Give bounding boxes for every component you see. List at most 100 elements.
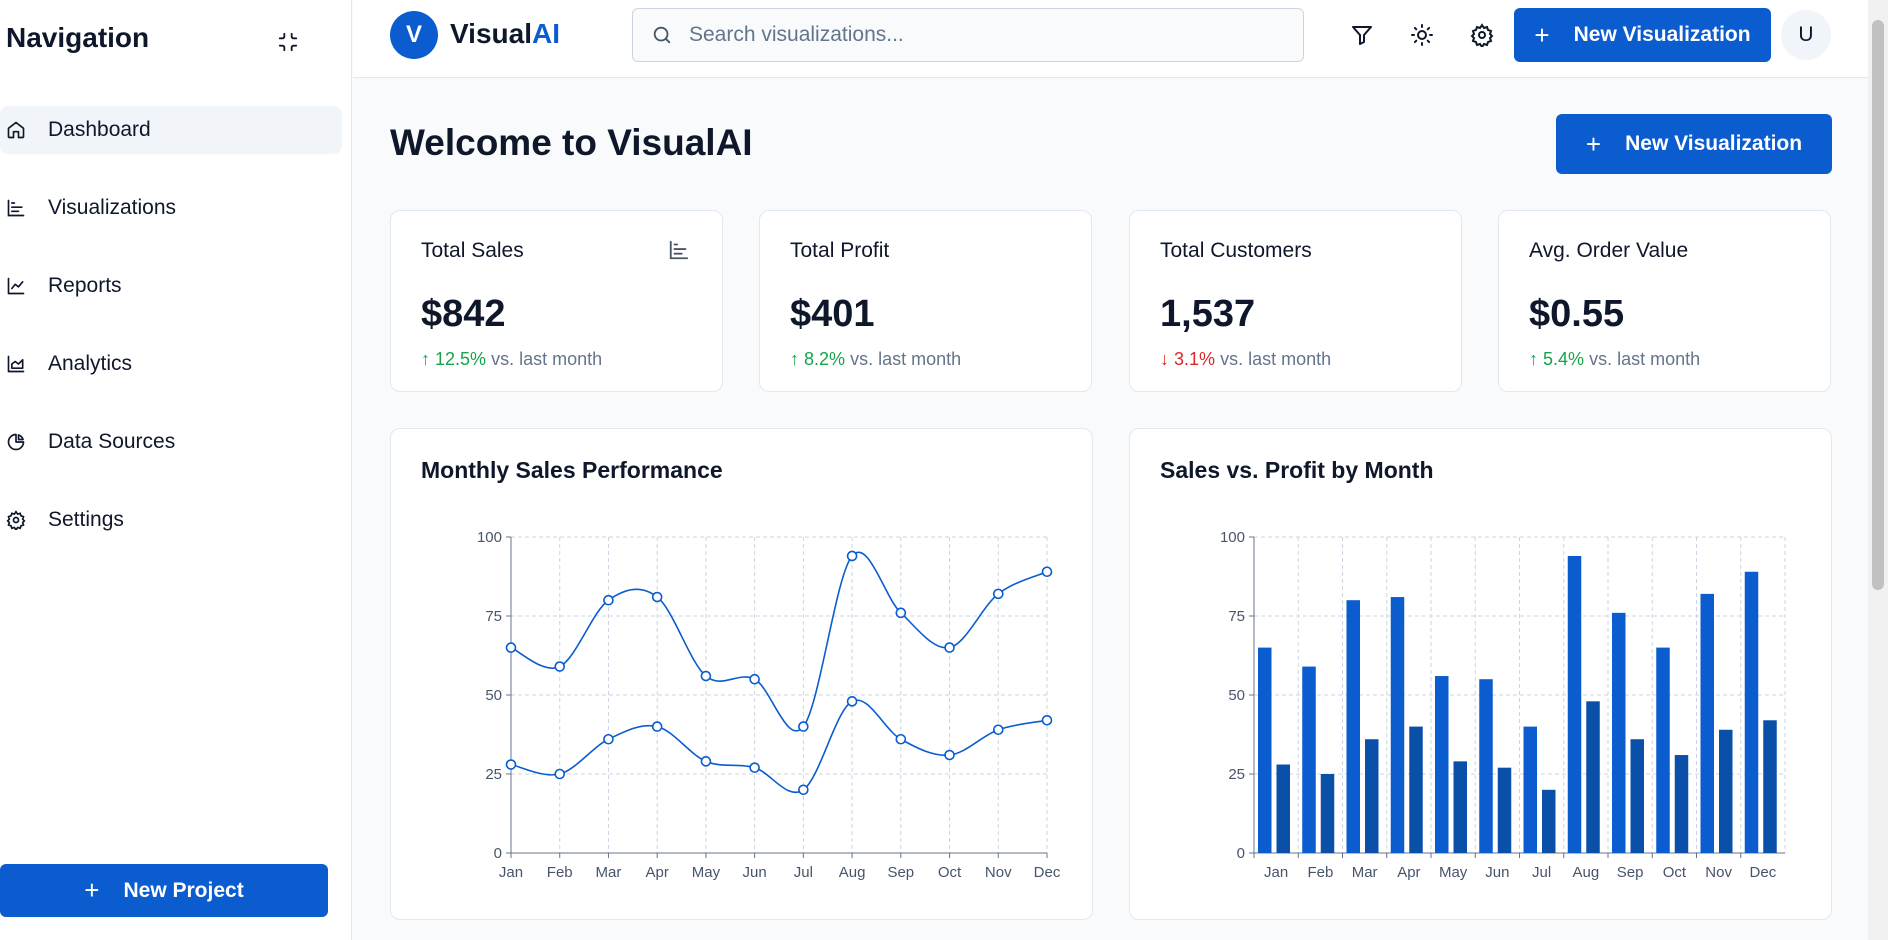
home-icon <box>6 120 26 140</box>
x-tick-label: Feb <box>1307 864 1333 881</box>
logo-mark: V <box>390 11 438 59</box>
x-tick-label: Dec <box>1034 864 1061 881</box>
data-point <box>700 756 712 767</box>
x-tick-label: Dec <box>1750 864 1777 881</box>
new-visualization-button[interactable]: + New Visualization <box>1556 114 1832 174</box>
search-input[interactable] <box>687 22 1251 48</box>
bar <box>1346 600 1360 853</box>
arrow-up-icon: ↑ <box>1529 349 1538 369</box>
x-tick-label: Mar <box>596 864 622 881</box>
sidebar-item-reports[interactable]: Reports <box>0 262 342 310</box>
sidebar-item-label: Dashboard <box>48 118 151 141</box>
data-point <box>651 721 663 732</box>
arrow-up-icon: ↑ <box>421 349 430 369</box>
sidebar: Navigation Dashboard Visualizations Repo… <box>0 0 352 940</box>
stat-card-total-profit: Total Profit $401 ↑ 8.2% vs. last month <box>759 210 1092 392</box>
y-tick-label: 0 <box>494 845 502 862</box>
sidebar-item-analytics[interactable]: Analytics <box>0 340 342 388</box>
sidebar-item-settings[interactable]: Settings <box>0 496 342 544</box>
sidebar-item-label: Reports <box>48 274 122 297</box>
filter-icon <box>1352 26 1372 45</box>
line-chart-icon <box>6 276 26 296</box>
y-tick-label: 50 <box>485 687 502 704</box>
bar <box>1390 597 1405 853</box>
search-box <box>632 8 1304 62</box>
filter-button[interactable] <box>1347 20 1377 50</box>
data-point <box>992 724 1004 736</box>
search-icon <box>651 24 673 46</box>
scrollbar[interactable] <box>1868 0 1888 940</box>
y-tick-label: 25 <box>485 766 502 783</box>
stat-change: ↓ 3.1% vs. last month <box>1160 349 1331 370</box>
stat-card-avg-order-value: Avg. Order Value $0.55 ↑ 5.4% vs. last m… <box>1498 210 1831 392</box>
bar <box>1542 789 1556 853</box>
data-point <box>895 733 907 745</box>
data-point <box>505 759 517 770</box>
stat-value: $401 <box>790 293 875 335</box>
logo-text[interactable]: VisualAI <box>450 18 560 50</box>
bar <box>1700 593 1714 853</box>
data-point <box>895 607 907 619</box>
stat-title: Total Profit <box>790 239 890 262</box>
pie-chart-icon <box>6 432 26 452</box>
bar <box>1567 555 1582 853</box>
scrollbar-thumb[interactable] <box>1872 20 1884 590</box>
bar <box>1276 764 1290 853</box>
stat-change: ↑ 5.4% vs. last month <box>1529 349 1700 370</box>
gear-icon <box>1470 23 1494 47</box>
sidebar-nav: Dashboard Visualizations Reports Analyti… <box>0 106 342 574</box>
x-tick-label: Feb <box>547 864 573 881</box>
line-chart: 0 25 50 75 100 Jan Feb Mar Apr May Jun Jul Aug Sep Oct… <box>477 529 1061 881</box>
bar <box>1258 647 1272 853</box>
stat-value: $842 <box>421 293 506 335</box>
bar <box>1763 720 1777 853</box>
data-point <box>554 661 566 672</box>
sidebar-item-data-sources[interactable]: Data Sources <box>0 418 342 466</box>
bar-chart: 0 25 50 75 100 Jan Feb Mar Apr May Jun Jul Aug Sep Oct… <box>1220 529 1786 881</box>
data-point <box>651 591 663 603</box>
arrow-up-icon: ↑ <box>790 349 799 369</box>
bar <box>1365 739 1379 853</box>
plus-icon: + <box>84 875 100 905</box>
plus-icon: + <box>1585 128 1602 159</box>
collapse-icon <box>278 32 298 52</box>
collapse-sidebar-button[interactable] <box>272 26 304 58</box>
new-project-button[interactable]: + New Project <box>0 864 328 917</box>
x-tick-label: May <box>692 864 721 881</box>
x-tick-label: Apr <box>646 864 669 881</box>
settings-button[interactable] <box>1467 20 1497 50</box>
data-point <box>944 749 955 761</box>
arrow-down-icon: ↓ <box>1160 349 1169 369</box>
bar <box>1656 647 1670 853</box>
data-point <box>944 642 955 653</box>
bar <box>1674 755 1689 853</box>
stat-card-total-sales: Total Sales $842 ↑ 12.5% vs. last month <box>390 210 723 392</box>
new-visualization-label: New Visualization <box>1573 23 1751 46</box>
new-visualization-button-header[interactable]: + New Visualization <box>1514 8 1771 62</box>
bar <box>1586 701 1600 853</box>
sun-icon <box>1411 24 1433 46</box>
data-point <box>603 733 614 745</box>
stat-change-value: 3.1% <box>1174 349 1216 369</box>
y-tick-label: 75 <box>485 608 502 625</box>
x-tick-label: Nov <box>985 864 1012 881</box>
x-tick-label: May <box>1439 864 1468 881</box>
sidebar-item-dashboard[interactable]: Dashboard <box>0 106 342 154</box>
x-tick-label: Oct <box>938 864 962 881</box>
x-tick-label: Jul <box>1532 864 1551 881</box>
chart-card-monthly-sales: Monthly Sales Performance 0 25 50 75 100 Jan F… <box>390 428 1093 920</box>
y-tick-label: 100 <box>477 529 502 546</box>
stat-change-suffix: vs. last month <box>850 349 962 369</box>
bar <box>1719 729 1733 853</box>
theme-toggle-button[interactable] <box>1407 20 1437 50</box>
series-line <box>510 551 1048 732</box>
user-avatar[interactable]: U <box>1781 10 1831 60</box>
sidebar-item-visualizations[interactable]: Visualizations <box>0 184 342 232</box>
stat-change-suffix: vs. last month <box>1220 349 1332 369</box>
data-point <box>992 588 1004 600</box>
data-point <box>554 768 566 780</box>
stat-change: ↑ 8.2% vs. last month <box>790 349 961 370</box>
x-tick-label: Jan <box>499 864 523 881</box>
chart-card-sales-vs-profit: Sales vs. Profit by Month 0 25 50 75 100 Jan F… <box>1129 428 1832 920</box>
sidebar-item-label: Settings <box>48 508 124 531</box>
